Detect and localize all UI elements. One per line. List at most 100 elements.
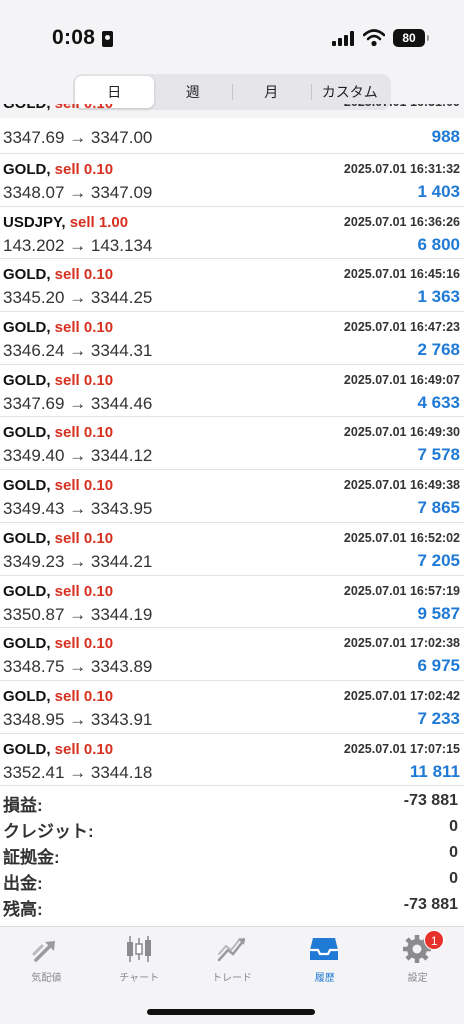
- trade-symbol: GOLD, sell 0.10: [3, 477, 113, 494]
- trade-prices: 3348.75 → 3343.89: [3, 657, 153, 677]
- trade-profit: 7 233: [417, 708, 460, 728]
- status-time: 0:08: [52, 26, 96, 49]
- trade-side-volume: sell 0.10: [54, 582, 114, 600]
- trade-row[interactable]: GOLD, sell 0.10 2025.07.01 16:49:30 3349.4…: [0, 417, 464, 471]
- trade-profit: 6 975: [417, 656, 460, 676]
- trade-prices: 3349.40 → 3344.12: [3, 446, 153, 466]
- trade-side-volume: sell 0.10: [54, 161, 114, 178]
- trade-symbol: USDJPY, sell 1.00: [3, 214, 128, 231]
- wifi-icon: [363, 29, 385, 47]
- trade-row[interactable]: GOLD, sell 0.10 2025.07.01 16:52:02 3349.2…: [0, 523, 464, 576]
- trade-symbol: GOLD, sell 0.10: [3, 161, 113, 178]
- trade-close-time: 2025.07.01 17:02:38: [343, 636, 460, 651]
- trade-row[interactable]: GOLD, sell 0.10 2025.07.01 16:31:09 3347.6…: [0, 104, 464, 154]
- trade-row[interactable]: GOLD, sell 0.10 2025.07.01 16:57:19 3350.8…: [0, 576, 464, 629]
- trade-row[interactable]: GOLD, sell 0.10 2025.07.01 17:02:42 3348.9…: [0, 681, 464, 734]
- trade-symbol: GOLD, sell 0.10: [3, 372, 113, 389]
- trade-prices: 3349.43 → 3343.95: [3, 499, 153, 519]
- trade-side-volume: sell 0.10: [54, 529, 114, 547]
- tab-label: トレード: [211, 973, 252, 984]
- history-inbox-icon: [308, 934, 340, 964]
- summary-value: -73 881: [403, 792, 458, 809]
- summary-value: -73 881: [403, 896, 458, 913]
- summary-label: 出金:: [3, 874, 43, 893]
- trade-side-volume: sell 0.10: [54, 319, 114, 337]
- symbol-name: GOLD,: [3, 161, 51, 178]
- trade-side-volume: sell 0.10: [54, 740, 114, 758]
- trade-close-time: 2025.07.01 17:02:42: [343, 688, 460, 703]
- tab-label: チャート: [119, 973, 160, 984]
- trade-profit: 1 403: [417, 182, 460, 201]
- notification-badge: 1: [424, 930, 445, 950]
- battery-indicator: 80: [393, 29, 429, 47]
- trade-side-volume: sell 0.10: [54, 424, 114, 442]
- trade-side-volume: sell 0.10: [54, 687, 114, 705]
- trade-row[interactable]: GOLD, sell 0.10 2025.07.01 16:49:38 3349.4…: [0, 470, 464, 523]
- trade-close-time: 2025.07.01 16:49:30: [343, 425, 460, 440]
- summary-row: 証拠金: 0: [0, 841, 464, 867]
- trade-row[interactable]: GOLD, sell 0.10 2025.07.01 16:49:07 3347.6…: [0, 365, 464, 418]
- trade-row[interactable]: GOLD, sell 0.10 2025.07.01 17:07:15 3352.4…: [0, 734, 464, 786]
- trade-close-time: 2025.07.01 16:52:02: [343, 530, 460, 545]
- symbol-name: GOLD,: [3, 740, 51, 758]
- trade-history-list[interactable]: GOLD, sell 0.10 2025.07.01 16:31:09 3347.6…: [0, 104, 464, 786]
- trade-chart-icon: [216, 934, 248, 964]
- tab-label: 履歴: [314, 973, 335, 984]
- symbol-name: GOLD,: [3, 687, 51, 705]
- summary-value: 0: [449, 844, 458, 861]
- trade-prices: 143.202 → 143.134: [3, 235, 153, 255]
- trade-close-time: 2025.07.01 16:49:38: [343, 478, 460, 493]
- trade-prices: 3348.07 → 3347.09: [3, 183, 153, 202]
- symbol-name: GOLD,: [3, 104, 51, 112]
- trade-row[interactable]: GOLD, sell 0.10 2025.07.01 17:02:38 3348.7…: [0, 628, 464, 681]
- tab-history-inbox[interactable]: 履歴: [278, 927, 371, 991]
- trade-prices: 3348.95 → 3343.91: [3, 709, 153, 729]
- trade-close-time: 2025.07.01 17:07:15: [343, 741, 460, 756]
- trade-profit: 4 633: [417, 392, 460, 412]
- trade-prices: 3347.69 → 3344.46: [3, 393, 153, 413]
- home-indicator: [147, 1009, 315, 1015]
- trade-prices: 3352.41 → 3344.18: [3, 762, 153, 782]
- trade-symbol: GOLD, sell 0.10: [3, 530, 113, 547]
- symbol-name: USDJPY,: [3, 213, 66, 231]
- trade-profit: 6 800: [417, 234, 460, 254]
- account-summary: 損益: -73 881 クレジット: 0 証拠金: 0 出金: 0 残高: -73 881: [0, 789, 464, 919]
- quotes-arrows-icon: [30, 934, 62, 964]
- trade-prices: 3350.87 → 3344.19: [3, 604, 153, 624]
- trade-profit: 9 587: [417, 603, 460, 623]
- trade-profit: 7 205: [417, 550, 460, 570]
- trade-row[interactable]: USDJPY, sell 1.00 2025.07.01 16:36:26 143.…: [0, 207, 464, 260]
- trade-prices: 3347.69 → 3347.00: [3, 128, 153, 147]
- symbol-name: GOLD,: [3, 582, 51, 600]
- symbol-name: GOLD,: [3, 424, 51, 442]
- trade-profit: 11 811: [409, 761, 460, 781]
- trade-symbol: GOLD, sell 0.10: [3, 319, 113, 336]
- trade-symbol: GOLD, sell 0.10: [3, 583, 113, 600]
- trade-close-time: 2025.07.01 16:49:07: [343, 372, 460, 387]
- tab-quotes-arrows[interactable]: 気配値: [0, 927, 93, 991]
- symbol-name: GOLD,: [3, 319, 51, 337]
- tab-candlestick-chart[interactable]: チャート: [93, 927, 186, 991]
- symbol-name: GOLD,: [3, 371, 51, 389]
- trade-side-volume: sell 0.10: [55, 104, 113, 112]
- trade-side-volume: sell 0.10: [54, 266, 114, 284]
- trade-symbol: GOLD, sell 0.10: [3, 104, 113, 112]
- trade-symbol: GOLD, sell 0.10: [3, 424, 113, 441]
- trade-prices: 3345.20 → 3344.25: [3, 288, 153, 308]
- trade-row[interactable]: GOLD, sell 0.10 2025.07.01 16:45:16 3345.2…: [0, 259, 464, 313]
- trade-close-time: 2025.07.01 16:31:09: [344, 104, 460, 109]
- trade-symbol: GOLD, sell 0.10: [3, 266, 113, 283]
- tab-settings-gear[interactable]: 設定 1: [371, 927, 464, 991]
- trade-close-time: 2025.07.01 16:57:19: [343, 583, 460, 598]
- status-bar: 0:08 80: [0, 0, 464, 70]
- trade-row[interactable]: GOLD, sell 0.10 2025.07.01 16:47:23 3346.2…: [0, 312, 464, 365]
- trade-profit: 7 865: [417, 498, 460, 518]
- tab-trade-chart[interactable]: トレード: [186, 927, 279, 991]
- cellular-signal-icon: [332, 31, 354, 46]
- symbol-name: GOLD,: [3, 529, 51, 547]
- trade-symbol: GOLD, sell 0.10: [3, 741, 113, 758]
- trade-row[interactable]: GOLD, sell 0.10 2025.07.01 16:31:32 3348.0…: [0, 154, 464, 207]
- summary-row: 残高: -73 881: [0, 893, 464, 919]
- tab-label: 気配値: [31, 973, 62, 984]
- trade-close-time: 2025.07.01 16:47:23: [343, 320, 460, 335]
